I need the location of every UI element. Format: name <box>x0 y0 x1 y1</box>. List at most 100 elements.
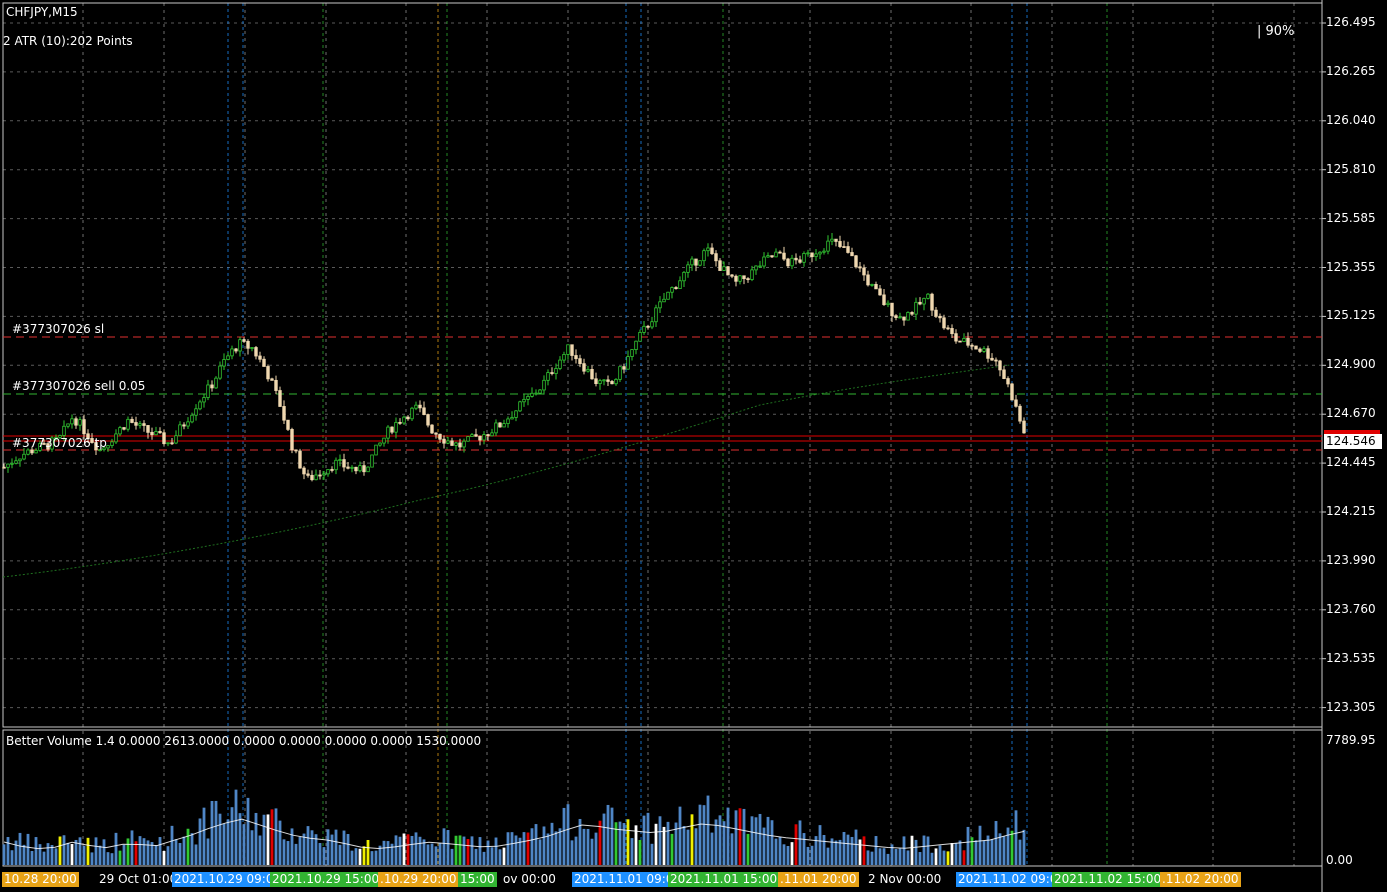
candle-body <box>318 474 322 477</box>
volume-bar <box>342 830 346 865</box>
tp-order-label[interactable]: #377307026 tp <box>12 436 107 450</box>
volume-bar <box>54 848 58 865</box>
volume-bar <box>942 850 946 865</box>
candle-body <box>778 251 782 254</box>
candle-body <box>442 438 446 444</box>
volume-bar <box>950 843 954 865</box>
candle-body <box>906 312 910 321</box>
moving-average <box>2 364 1011 578</box>
volume-bar <box>454 835 458 865</box>
volume-bar <box>414 832 418 865</box>
volume-bar <box>862 836 866 865</box>
candle-body <box>410 407 414 420</box>
volume-bar <box>474 848 478 865</box>
volume-bar <box>234 789 238 865</box>
candle-body <box>626 356 630 370</box>
volume-bar <box>946 851 950 865</box>
volume-bar <box>354 848 358 865</box>
volume-bar <box>714 819 718 865</box>
chart-canvas[interactable] <box>0 0 1387 892</box>
candle-body <box>946 327 950 330</box>
volume-bar <box>114 832 118 865</box>
candle-body <box>710 247 714 255</box>
candle-body <box>10 462 14 465</box>
time-axis-label: 2021.11.01 09:0 <box>572 872 676 887</box>
volume-bar <box>826 847 830 865</box>
candle-body <box>366 466 370 473</box>
candle-body <box>618 366 622 380</box>
volume-bar <box>366 839 370 865</box>
candle-body <box>826 240 830 252</box>
volume-bar <box>506 832 510 865</box>
candle-body <box>306 473 310 476</box>
volume-bar <box>858 839 862 865</box>
volume-bar <box>554 831 558 865</box>
candle-body <box>798 259 802 263</box>
volume-bar <box>570 840 574 865</box>
volume-bar <box>678 806 682 865</box>
price-axis-label: 126.495 <box>1326 15 1376 29</box>
candle-body <box>1006 378 1010 385</box>
volume-bar <box>66 842 70 865</box>
candle-body <box>694 258 698 266</box>
candle-body <box>82 419 86 435</box>
candle-body <box>606 379 610 382</box>
volume-bar <box>562 807 566 865</box>
candle-body <box>866 274 870 286</box>
volume-bar <box>326 829 330 865</box>
candle-body <box>966 337 970 346</box>
candle-body <box>622 366 626 370</box>
volume-bar <box>658 816 662 865</box>
candle-body <box>690 258 694 266</box>
candle-body <box>654 307 658 323</box>
candle-body <box>238 339 242 352</box>
entry-order-label[interactable]: #377307026 sell 0.05 <box>12 379 145 393</box>
volume-bar <box>618 821 622 865</box>
volume-bar <box>322 847 326 865</box>
volume-bar <box>866 850 870 865</box>
volume-bar <box>70 843 74 865</box>
candle-body <box>590 369 594 380</box>
volume-bar <box>294 843 298 865</box>
candle-body <box>470 434 474 437</box>
sl-order-label[interactable]: #377307026 sl <box>12 322 104 336</box>
volume-bar <box>530 828 534 865</box>
volume-bar <box>1002 836 1006 865</box>
candle-body <box>370 454 374 468</box>
volume-bar <box>250 830 254 865</box>
candle-body <box>982 348 986 352</box>
candle-body <box>882 294 886 306</box>
volume-bar <box>318 843 322 865</box>
candle-body <box>302 467 306 475</box>
volume-bar <box>278 820 282 865</box>
candle-body <box>530 392 534 397</box>
candle-body <box>478 435 482 441</box>
volume-bar <box>534 824 538 865</box>
candle-body <box>574 355 578 360</box>
candle-body <box>994 359 998 362</box>
volume-bar <box>298 836 302 865</box>
candle-body <box>474 434 478 437</box>
candle-body <box>250 347 254 349</box>
candle-body <box>686 264 690 273</box>
volume-bar <box>446 830 450 865</box>
volume-bar <box>170 825 174 865</box>
candle-body <box>422 407 426 415</box>
volume-bar <box>774 838 778 865</box>
candle-body <box>522 398 526 403</box>
price-axis-label: 124.670 <box>1326 406 1376 421</box>
candle-body <box>198 401 202 410</box>
volume-bar <box>602 813 606 865</box>
volume-bar <box>726 807 730 865</box>
panel-borders <box>2 0 1323 892</box>
candle-body <box>698 260 702 266</box>
order-lines[interactable] <box>3 336 1322 451</box>
volume-bar <box>778 836 782 865</box>
candle-body <box>1002 369 1006 379</box>
time-axis-label: .11.01 20:00 <box>778 872 859 887</box>
volume-bar <box>286 841 290 865</box>
volume-bar <box>786 846 790 865</box>
volume-axis-top: 7789.95 <box>1326 733 1376 747</box>
candles[interactable] <box>2 232 1026 482</box>
candle-body <box>254 347 258 357</box>
